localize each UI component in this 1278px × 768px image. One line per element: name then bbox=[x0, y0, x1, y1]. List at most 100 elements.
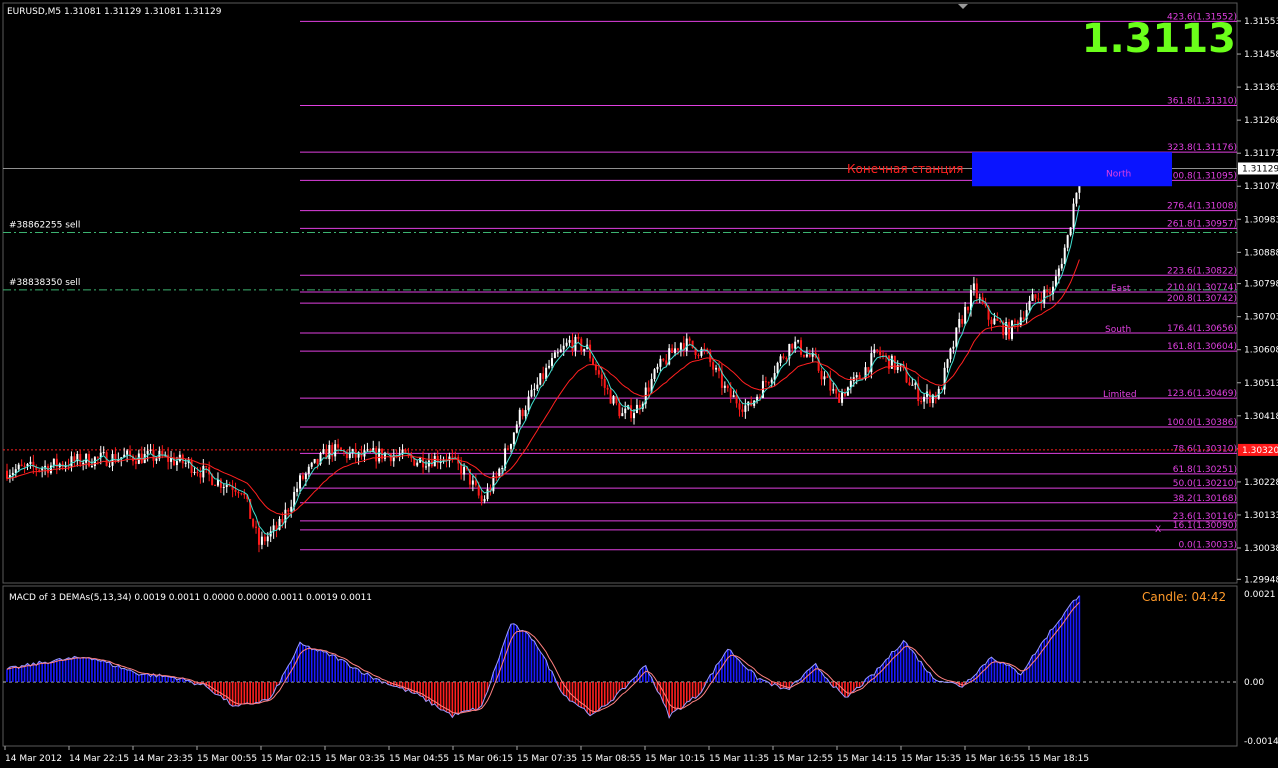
candle bbox=[797, 339, 800, 344]
candle bbox=[52, 458, 55, 469]
order-label: #38862255 sell bbox=[9, 220, 80, 230]
candle bbox=[592, 356, 594, 366]
macd-tick-label: 0.00 bbox=[1244, 678, 1264, 688]
candle bbox=[1019, 309, 1022, 328]
candle bbox=[35, 464, 38, 477]
time-tick-label: 14 Mar 23:35 bbox=[133, 754, 193, 764]
price-tick-label: 1.31363 bbox=[1244, 83, 1278, 93]
fibo-label: 16.1(1.30090) bbox=[1173, 521, 1237, 531]
candle bbox=[64, 461, 67, 472]
candle bbox=[548, 359, 551, 370]
candle bbox=[741, 402, 744, 417]
candle bbox=[73, 452, 76, 467]
candle bbox=[659, 355, 662, 372]
time-tick-label: 15 Mar 18:15 bbox=[1029, 754, 1089, 764]
candle bbox=[175, 456, 178, 471]
candle bbox=[521, 408, 524, 420]
candle bbox=[621, 407, 624, 417]
fibo-label: 161.8(1.30604) bbox=[1167, 342, 1237, 352]
candle bbox=[392, 449, 395, 467]
candle bbox=[237, 490, 240, 498]
candle bbox=[178, 451, 181, 463]
candle bbox=[269, 526, 272, 543]
candle bbox=[381, 448, 384, 463]
candle bbox=[199, 467, 202, 484]
candle bbox=[811, 347, 814, 363]
candle bbox=[492, 471, 495, 494]
candle bbox=[887, 355, 890, 374]
candle bbox=[123, 447, 126, 458]
fibo-label: 223.6(1.30822) bbox=[1167, 266, 1237, 276]
candle bbox=[404, 448, 407, 454]
candle bbox=[609, 387, 612, 404]
candle bbox=[111, 450, 114, 472]
candle bbox=[252, 518, 255, 529]
time-tick-label: 14 Mar 22:15 bbox=[69, 754, 129, 764]
candle bbox=[943, 362, 946, 395]
candle bbox=[823, 371, 826, 386]
macd-histogram: 0.0021 0.00 -0.0014 bbox=[3, 590, 1278, 747]
candle bbox=[401, 444, 404, 460]
time-tick-label: 14 Mar 2012 bbox=[5, 754, 62, 764]
candle bbox=[586, 338, 589, 350]
candle bbox=[756, 394, 759, 404]
price-tick-label: 1.29948 bbox=[1244, 575, 1278, 585]
time-tick-label: 15 Mar 12:55 bbox=[773, 754, 833, 764]
candle bbox=[767, 381, 770, 386]
time-tick-label: 15 Mar 06:15 bbox=[453, 754, 513, 764]
price-tick-label: 1.30608 bbox=[1244, 346, 1278, 356]
shift-marker-icon[interactable] bbox=[958, 4, 968, 9]
candle bbox=[829, 370, 832, 396]
target-zone-box bbox=[972, 152, 1172, 187]
price-tick-label: 1.31553 bbox=[1244, 17, 1278, 27]
time-tick-label: 15 Mar 03:35 bbox=[325, 754, 385, 764]
candle bbox=[820, 367, 823, 386]
candle bbox=[624, 401, 627, 420]
macd-frame bbox=[2, 585, 1238, 747]
candle bbox=[682, 336, 685, 357]
candle bbox=[937, 386, 940, 400]
candle bbox=[955, 327, 958, 348]
price-tick-label: 1.30228 bbox=[1244, 478, 1278, 488]
candle bbox=[656, 363, 659, 373]
candle bbox=[559, 344, 562, 353]
fibo-label: 50.0(1.30210) bbox=[1173, 479, 1237, 489]
candle bbox=[331, 442, 334, 462]
candle bbox=[260, 531, 263, 550]
candle bbox=[946, 358, 949, 373]
candle bbox=[102, 446, 105, 455]
candle bbox=[11, 467, 14, 481]
candle bbox=[715, 364, 718, 373]
price-tick-label: 1.31078 bbox=[1244, 182, 1278, 192]
candle bbox=[214, 484, 217, 486]
time-tick-label: 15 Mar 02:15 bbox=[261, 754, 321, 764]
price-tick-label: 1.30703 bbox=[1244, 313, 1278, 323]
candle bbox=[917, 376, 920, 406]
time-tick-label: 15 Mar 15:35 bbox=[901, 754, 961, 764]
trading-chart: 423.6(1.31552)361.8(1.31310)323.8(1.3117… bbox=[2, 2, 1278, 764]
candle bbox=[471, 475, 474, 492]
candle bbox=[457, 454, 460, 471]
candle bbox=[967, 306, 970, 314]
candle bbox=[366, 442, 369, 452]
candle bbox=[606, 384, 609, 395]
candle bbox=[296, 481, 299, 497]
candle bbox=[583, 348, 586, 356]
zone-label: East bbox=[1111, 284, 1131, 294]
candle bbox=[1005, 317, 1008, 340]
fibo-label: 361.8(1.31310) bbox=[1167, 97, 1237, 107]
candle bbox=[515, 420, 518, 434]
candle bbox=[723, 381, 726, 393]
candle bbox=[1063, 244, 1066, 265]
candle bbox=[70, 451, 73, 472]
fibo-label: 323.8(1.31176) bbox=[1167, 143, 1237, 153]
candle bbox=[691, 340, 694, 349]
time-tick-label: 15 Mar 07:35 bbox=[517, 754, 577, 764]
candle bbox=[509, 443, 512, 453]
candle bbox=[832, 382, 835, 394]
price-tick-label: 1.31458 bbox=[1244, 50, 1278, 60]
candle bbox=[14, 463, 17, 478]
candle bbox=[779, 354, 782, 367]
candle bbox=[1008, 318, 1011, 341]
candle bbox=[424, 460, 427, 470]
